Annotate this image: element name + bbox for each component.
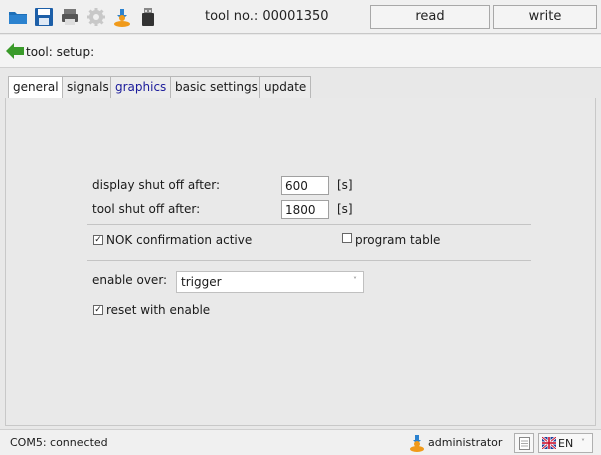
display-shutoff-label: display shut off after:	[92, 178, 221, 192]
tab-bar: general signals graphics basic settings …	[0, 76, 601, 99]
tool-shutoff-unit: [s]	[337, 202, 353, 216]
connection-status: COM5: connected	[10, 436, 108, 449]
user-icon	[408, 434, 426, 452]
tool-number: tool no.: 00001350	[205, 9, 329, 24]
reset-with-enable-label: reset with enable	[106, 303, 211, 317]
program-table-checkbox[interactable]	[342, 233, 352, 243]
reset-with-enable-checkbox[interactable]: ✓	[93, 305, 103, 315]
tab-general[interactable]: general	[8, 76, 64, 99]
toolbar: tool no.: 00001350 read write	[0, 0, 601, 34]
usb-stick-icon[interactable]	[138, 7, 158, 27]
chevron-down-icon: ˅	[353, 276, 357, 285]
user-transfer-icon[interactable]	[112, 7, 132, 27]
display-shutoff-input[interactable]: 600	[281, 176, 329, 195]
nok-confirmation-label: NOK confirmation active	[106, 233, 253, 247]
back-arrow-icon[interactable]	[6, 43, 24, 59]
enable-over-select[interactable]: trigger ˅	[176, 271, 364, 293]
separator	[87, 224, 531, 225]
tab-signals[interactable]: signals	[62, 76, 114, 98]
separator	[87, 260, 531, 261]
print-icon[interactable]	[60, 7, 80, 27]
user-name: administrator	[428, 436, 503, 449]
read-button[interactable]: read	[370, 5, 490, 29]
chevron-down-icon: ˅	[581, 438, 585, 447]
general-settings-panel: display shut off after: 600 [s] tool shu…	[5, 98, 596, 426]
status-bar: COM5: connected administrator EN ˅	[0, 429, 601, 455]
enable-over-value: trigger	[181, 275, 222, 289]
uk-flag-icon	[541, 436, 557, 452]
enable-over-label: enable over:	[92, 273, 168, 287]
language-select[interactable]: EN ˅	[538, 433, 593, 453]
tab-basic-settings[interactable]: basic settings	[170, 76, 263, 98]
display-shutoff-unit: [s]	[337, 178, 353, 192]
tab-graphics[interactable]: graphics	[110, 76, 172, 98]
nok-confirmation-checkbox[interactable]: ✓	[93, 235, 103, 245]
path-bar: tool: setup:	[0, 35, 601, 68]
document-icon	[519, 437, 530, 453]
tool-shutoff-label: tool shut off after:	[92, 202, 201, 216]
language-code: EN	[558, 437, 574, 450]
settings-gear-icon[interactable]	[86, 7, 106, 27]
program-table-label: program table	[355, 233, 441, 247]
notes-button[interactable]	[514, 433, 534, 453]
breadcrumb: tool: setup:	[26, 45, 95, 59]
open-folder-icon[interactable]	[8, 7, 28, 27]
save-disk-icon[interactable]	[34, 7, 54, 27]
write-button[interactable]: write	[493, 5, 597, 29]
tab-update[interactable]: update	[259, 76, 312, 98]
tool-shutoff-input[interactable]: 1800	[281, 200, 329, 219]
